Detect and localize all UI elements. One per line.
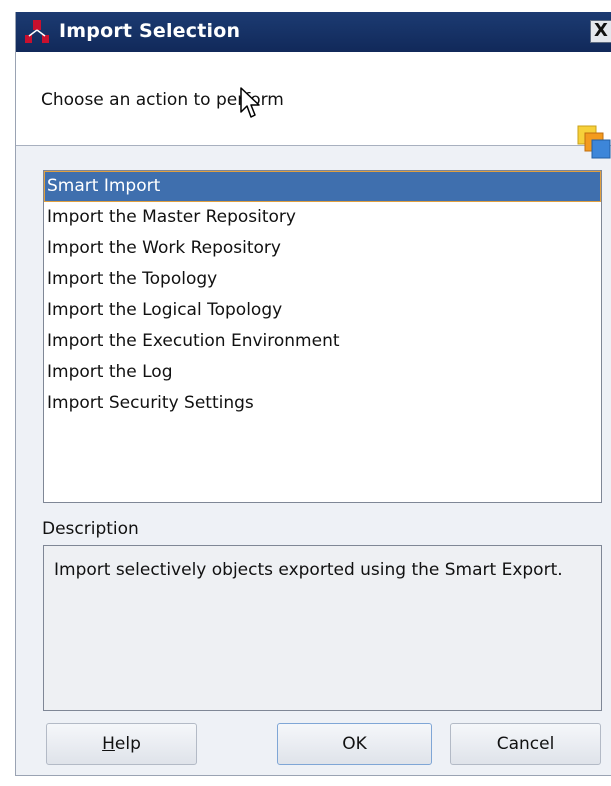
close-button[interactable]: X: [590, 20, 611, 43]
import-selection-dialog: Import Selection X Choose an action to p…: [15, 12, 611, 776]
list-item[interactable]: Import Security Settings: [44, 388, 601, 419]
list-item[interactable]: Import the Log: [44, 357, 601, 388]
help-mnemonic: H: [102, 734, 115, 754]
description-text: Import selectively objects exported usin…: [43, 545, 602, 711]
description-label: Description: [42, 519, 139, 539]
mouse-pointer-icon: [240, 87, 260, 118]
app-icon: [25, 20, 49, 43]
list-item[interactable]: Import the Master Repository: [44, 202, 601, 233]
help-label: elp: [114, 734, 141, 754]
title-bar[interactable]: Import Selection X: [16, 12, 611, 52]
stacked-squares-icon: [577, 125, 611, 159]
list-item[interactable]: Import the Execution Environment: [44, 326, 601, 357]
list-item[interactable]: Import the Logical Topology: [44, 295, 601, 326]
ok-button[interactable]: OK: [277, 723, 432, 765]
cancel-button[interactable]: Cancel: [450, 723, 601, 765]
list-item[interactable]: Import the Topology: [44, 264, 601, 295]
help-button[interactable]: Help: [46, 723, 197, 765]
window-title: Import Selection: [59, 20, 241, 42]
dialog-header: Choose an action to perform: [16, 52, 611, 159]
list-item[interactable]: Import the Work Repository: [44, 233, 601, 264]
import-action-list[interactable]: Smart Import Import the Master Repository…: [43, 170, 602, 503]
list-item[interactable]: Smart Import: [44, 171, 601, 202]
